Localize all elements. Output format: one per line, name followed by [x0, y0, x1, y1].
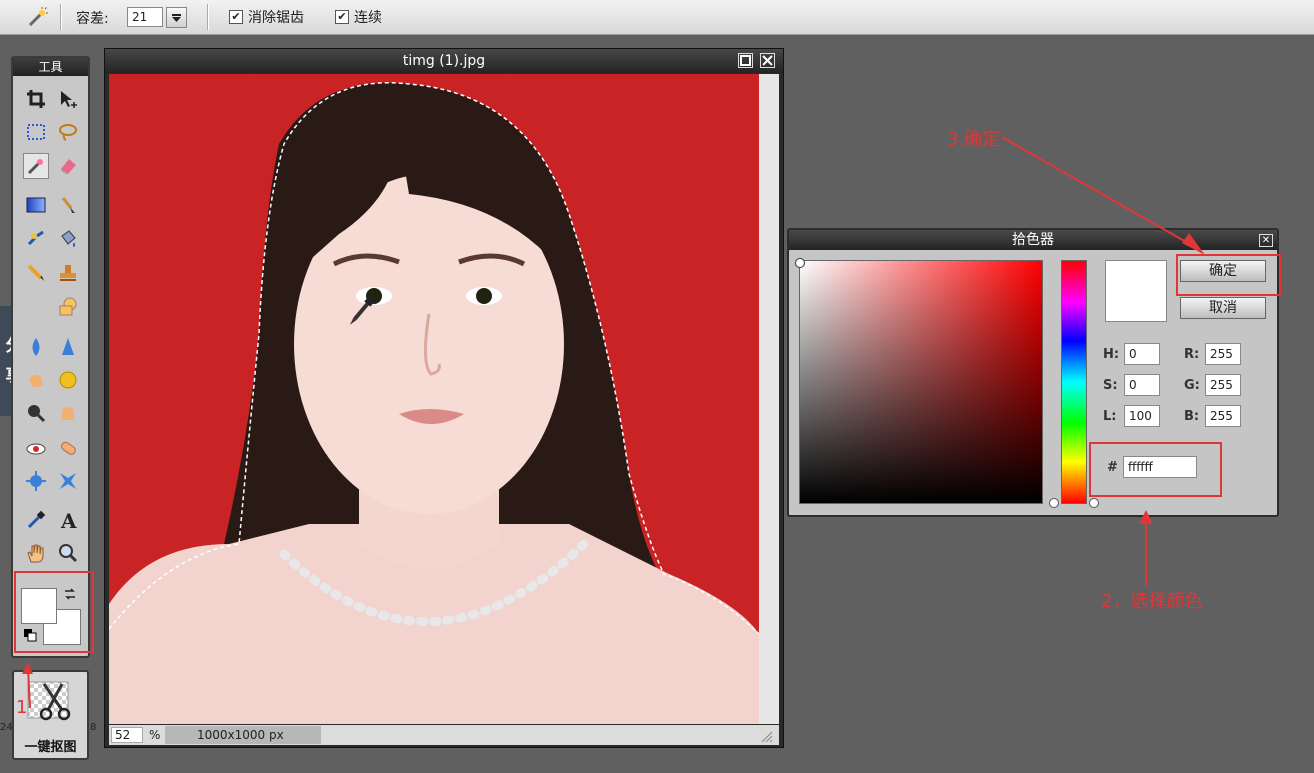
status-bar: 52 % 1000x1000 px — [109, 725, 779, 745]
burn-tool-icon[interactable] — [55, 400, 81, 426]
zoom-unit: % — [149, 728, 161, 742]
step2-arrow-icon — [1139, 510, 1153, 586]
bloat-tool-icon[interactable] — [23, 468, 49, 494]
tools-panel: 工具 A — [11, 56, 90, 658]
svg-text:A: A — [60, 509, 77, 531]
color-swatches-highlight — [14, 571, 94, 653]
g-field[interactable]: 255 — [1205, 374, 1241, 396]
zoom-input[interactable]: 52 — [111, 727, 143, 743]
magic-wand-icon[interactable] — [24, 5, 50, 29]
antialias-checkbox[interactable]: ✔ 消除锯齿 — [229, 8, 304, 26]
close-icon[interactable]: ✕ — [1259, 234, 1273, 247]
vertical-scrollbar[interactable] — [759, 74, 779, 724]
image-canvas[interactable] — [109, 74, 759, 724]
image-dimensions: 1000x1000 px — [165, 726, 321, 744]
close-icon[interactable] — [760, 53, 775, 68]
h-field[interactable]: 0 — [1124, 343, 1160, 365]
hex-field-highlight — [1089, 442, 1222, 497]
r-label: R: — [1184, 347, 1200, 362]
image-document-window: timg (1).jpg 52 % 1000x1000 px — [104, 48, 784, 748]
saturation-value-square[interactable] — [799, 260, 1043, 504]
tolerance-dropdown-button[interactable] — [166, 7, 187, 28]
one-click-cutout-label: 一键抠图 — [24, 740, 77, 755]
tools-panel-title: 工具 — [13, 58, 88, 76]
checkmark-icon: ✔ — [335, 10, 349, 24]
cutout-left-number: 24 — [0, 722, 13, 733]
sharpen-tool-icon[interactable] — [55, 334, 81, 360]
checkmark-icon: ✔ — [229, 10, 243, 24]
text-tool-icon[interactable]: A — [55, 507, 81, 533]
hue-slider[interactable] — [1061, 260, 1087, 504]
pencil-tool-icon[interactable] — [23, 260, 49, 286]
g-label: G: — [1184, 378, 1200, 393]
image-window-title: timg (1).jpg — [105, 49, 783, 73]
ok-button-highlight — [1176, 254, 1281, 296]
s-label: S: — [1103, 378, 1118, 393]
smudge-tool-icon[interactable] — [23, 367, 49, 393]
hand-tool-icon[interactable] — [23, 540, 49, 566]
saturation-marker[interactable] — [795, 258, 805, 268]
marquee-tool-icon[interactable] — [23, 119, 49, 145]
sponge-tool-icon[interactable] — [55, 367, 81, 393]
b-field[interactable]: 255 — [1205, 405, 1241, 427]
zoom-tool-icon[interactable] — [55, 540, 81, 566]
color-picker-tool-icon[interactable] — [23, 507, 49, 533]
contiguous-label: 连续 — [354, 10, 382, 26]
step3-arrow-icon — [1001, 136, 1205, 255]
cutout-right-number: 8 — [90, 722, 97, 733]
move-tool-icon[interactable] — [55, 86, 81, 112]
lasso-tool-icon[interactable] — [55, 119, 81, 145]
step3-annotation: 3.确定 — [947, 129, 1001, 150]
cancel-button[interactable]: 取消 — [1180, 297, 1266, 319]
paint-bucket-tool-icon[interactable] — [55, 226, 81, 252]
shape-tool-icon[interactable] — [55, 294, 81, 320]
blur-tool-icon[interactable] — [23, 334, 49, 360]
r-field[interactable]: 255 — [1205, 343, 1241, 365]
crop-tool-icon[interactable] — [23, 86, 49, 112]
contiguous-checkbox[interactable]: ✔ 连续 — [335, 8, 382, 26]
red-eye-tool-icon[interactable] — [23, 435, 49, 461]
spot-heal-tool-icon[interactable] — [55, 435, 81, 461]
toolbar-separator — [60, 4, 61, 30]
resize-grip-icon[interactable] — [759, 729, 773, 743]
eraser-tool-icon[interactable] — [55, 153, 81, 179]
tool-options-bar: 容差: 21 ✔ 消除锯齿 ✔ 连续 — [0, 0, 1314, 35]
tolerance-label: 容差: — [76, 11, 109, 27]
hue-slider-left-handle[interactable] — [1049, 498, 1059, 508]
gradient-tool-icon[interactable] — [23, 192, 49, 218]
step1-annotation: 1 — [16, 697, 28, 718]
tolerance-input[interactable]: 21 — [127, 7, 163, 27]
l-field[interactable]: 100 — [1124, 405, 1160, 427]
brush-tool-icon[interactable] — [55, 192, 81, 218]
s-field[interactable]: 0 — [1124, 374, 1160, 396]
pinch-tool-icon[interactable] — [55, 468, 81, 494]
color-preview-swatch — [1105, 260, 1167, 322]
chevron-down-icon — [172, 14, 181, 22]
dodge-tool-icon[interactable] — [23, 400, 49, 426]
clone-stamp-tool-icon[interactable] — [23, 226, 49, 252]
antialias-label: 消除锯齿 — [248, 10, 304, 26]
step2-annotation: 2，选择颜色 — [1101, 591, 1203, 612]
l-label: L: — [1103, 409, 1117, 424]
maximize-icon[interactable] — [738, 53, 753, 68]
toolbar-separator — [207, 4, 208, 30]
magic-wand-tool-icon[interactable] — [23, 153, 49, 179]
hue-slider-right-handle[interactable] — [1089, 498, 1099, 508]
h-label: H: — [1103, 347, 1120, 362]
b-label: B: — [1184, 409, 1200, 424]
portrait-photo — [109, 82, 759, 724]
stamp-tool-icon[interactable] — [55, 260, 81, 286]
